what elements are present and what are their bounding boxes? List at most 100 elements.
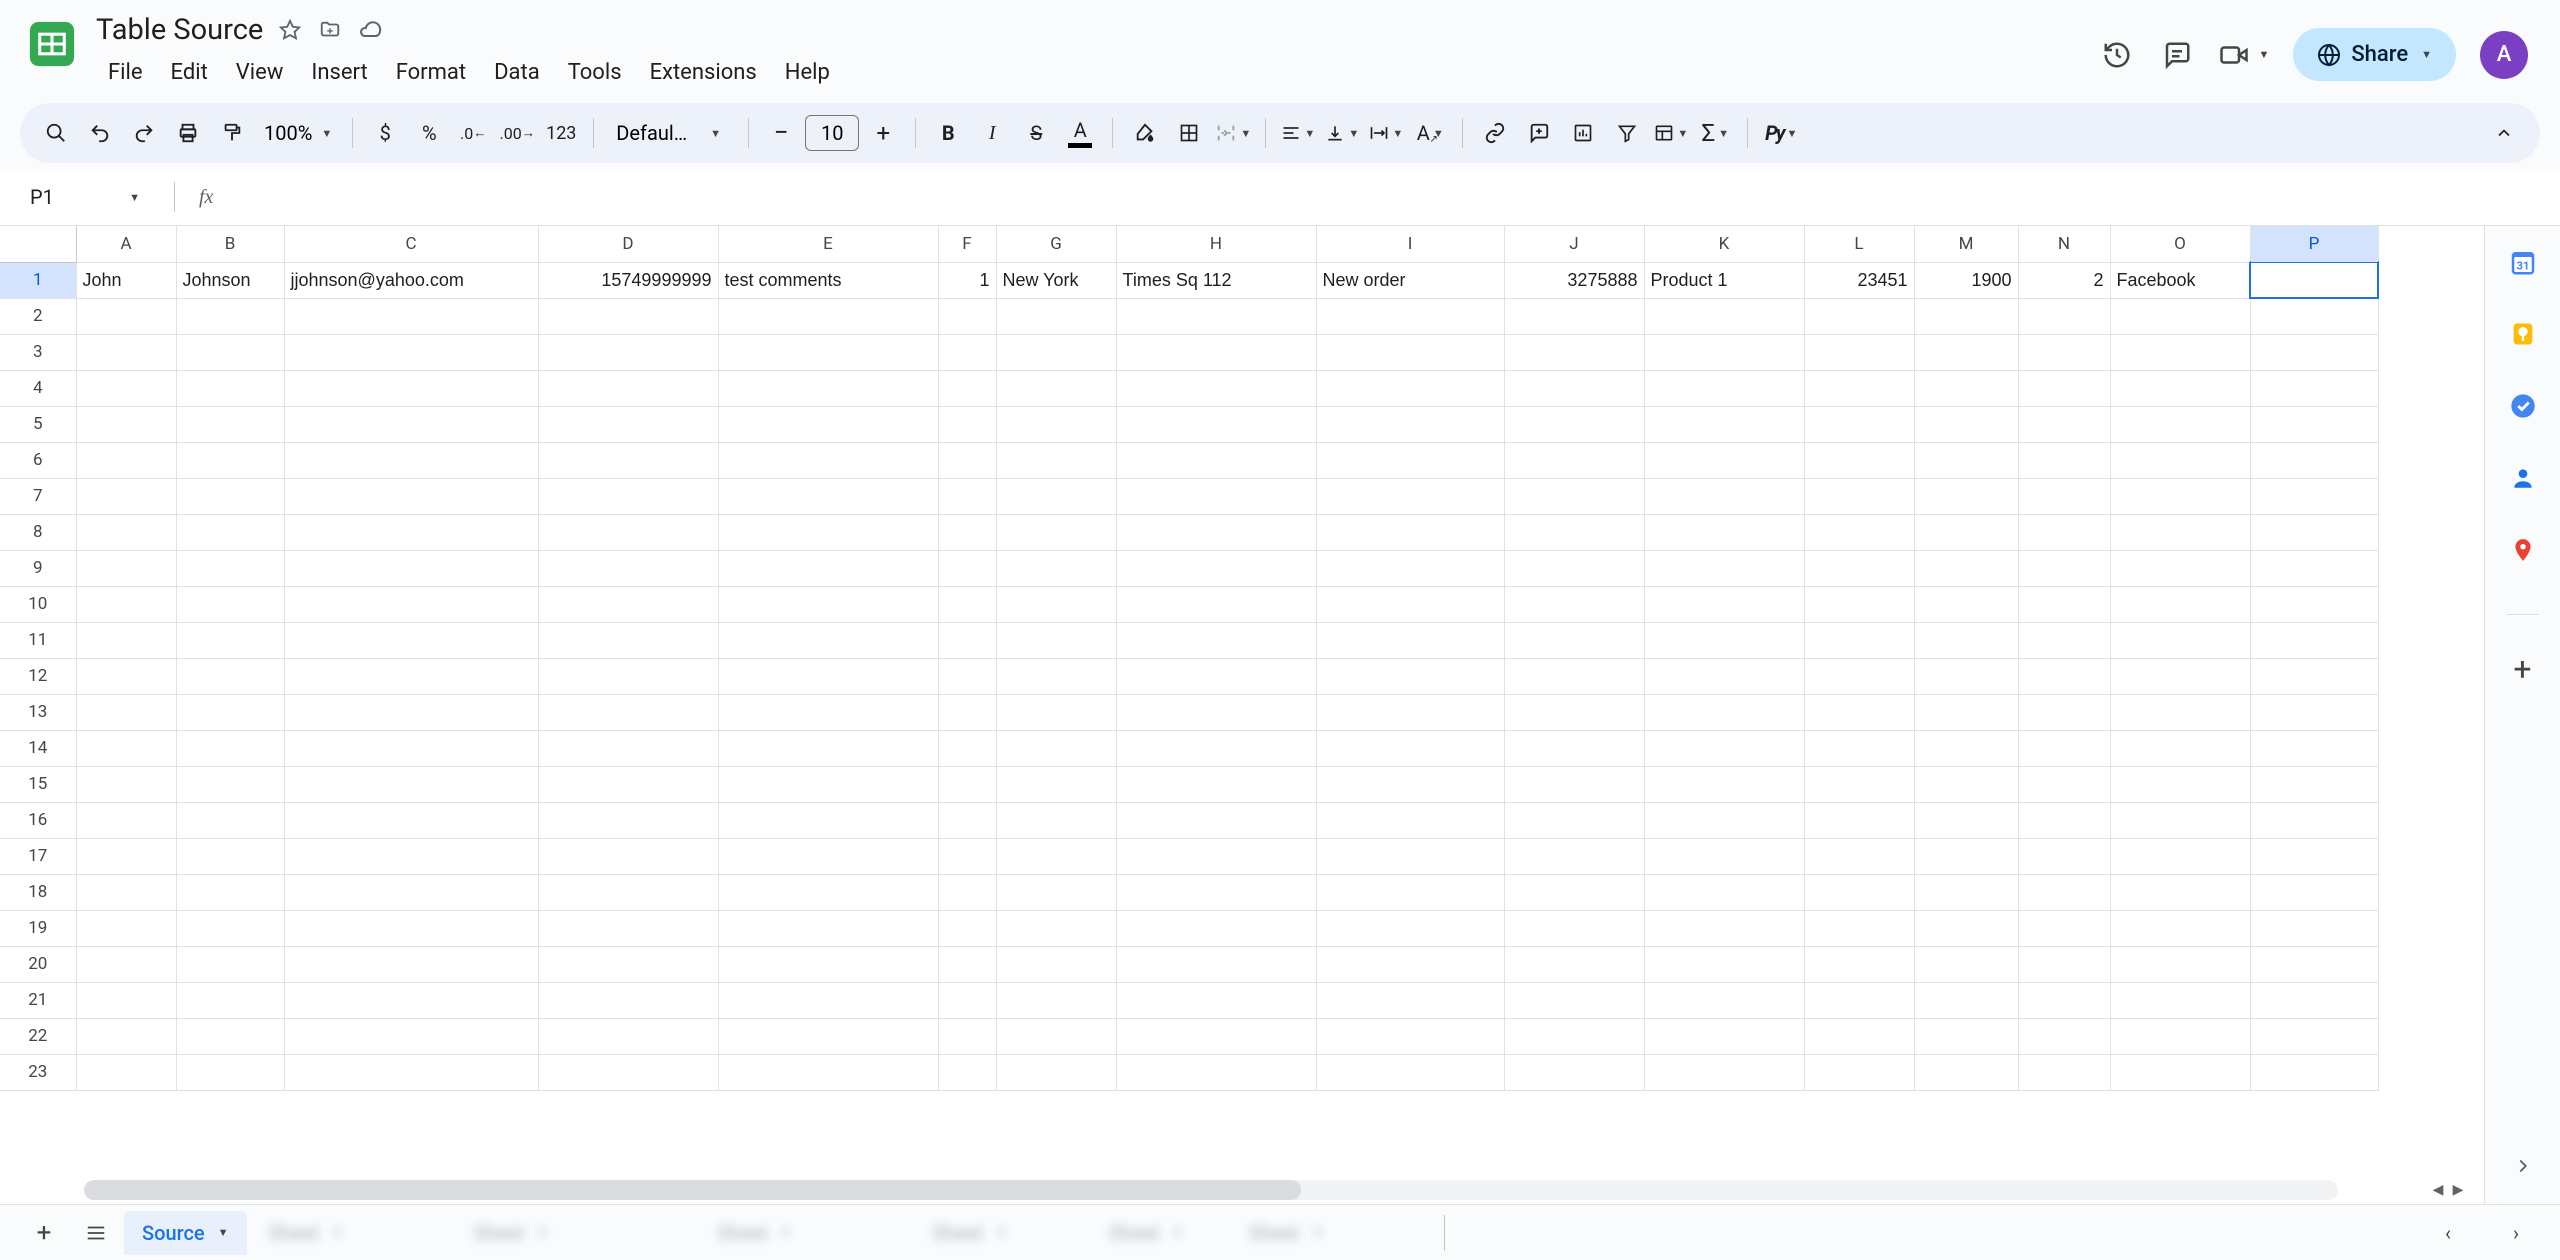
cell[interactable] [938,298,996,334]
cell[interactable] [1644,622,1804,658]
cell[interactable] [938,766,996,802]
insert-chart-icon[interactable] [1563,113,1603,153]
col-header-H[interactable]: H [1116,226,1316,262]
cell[interactable] [176,1018,284,1054]
comments-icon[interactable] [2159,37,2195,73]
cell[interactable] [538,730,718,766]
cell[interactable] [1116,838,1316,874]
col-header-M[interactable]: M [1914,226,2018,262]
cell[interactable] [76,694,176,730]
row-header[interactable]: 12 [0,658,76,694]
name-box[interactable]: P1▼ [20,179,150,215]
cell[interactable] [938,802,996,838]
star-icon[interactable] [277,17,303,43]
cell[interactable] [2250,262,2378,298]
horizontal-scrollbar[interactable] [84,1180,2338,1200]
cell[interactable] [718,1018,938,1054]
cell[interactable] [1116,874,1316,910]
cell[interactable] [718,658,938,694]
cell[interactable] [284,694,538,730]
col-header-E[interactable]: E [718,226,938,262]
cell[interactable] [2250,838,2378,874]
cell[interactable]: New order [1316,262,1504,298]
cell[interactable] [2250,1018,2378,1054]
cell[interactable] [1504,406,1644,442]
cell[interactable] [996,370,1116,406]
cell[interactable] [996,694,1116,730]
cell[interactable] [176,838,284,874]
cell[interactable] [176,802,284,838]
cell[interactable] [538,550,718,586]
cell[interactable] [1504,766,1644,802]
move-icon[interactable] [317,17,343,43]
cell[interactable] [1116,1018,1316,1054]
history-icon[interactable] [2099,37,2135,73]
cell[interactable] [76,838,176,874]
cell[interactable] [2018,514,2110,550]
cell[interactable] [1804,406,1914,442]
undo-icon[interactable] [80,113,120,153]
cell[interactable] [284,478,538,514]
cell[interactable] [2018,1018,2110,1054]
addons-plus-icon[interactable]: + [2505,651,2541,687]
cell[interactable] [1116,622,1316,658]
cell[interactable] [2110,838,2250,874]
cell[interactable] [1504,514,1644,550]
cell[interactable] [1316,1018,1504,1054]
cell[interactable] [1316,514,1504,550]
table-views-icon[interactable]: ▼ [1651,113,1691,153]
cell[interactable] [1644,442,1804,478]
cell[interactable] [1914,586,2018,622]
cell[interactable] [76,766,176,802]
cell[interactable] [1804,478,1914,514]
cell[interactable] [76,478,176,514]
row-header[interactable]: 4 [0,370,76,406]
cell[interactable] [2110,586,2250,622]
cell[interactable] [2018,406,2110,442]
decrease-decimal-icon[interactable]: .0← [453,113,493,153]
cell[interactable] [538,1018,718,1054]
cell[interactable] [1504,982,1644,1018]
cell[interactable] [538,982,718,1018]
cell[interactable] [1644,658,1804,694]
cell[interactable] [718,838,938,874]
cell[interactable] [2018,1054,2110,1090]
cell[interactable] [1644,802,1804,838]
cell[interactable] [1804,298,1914,334]
cell[interactable] [1316,730,1504,766]
cell[interactable]: 23451 [1804,262,1914,298]
cell[interactable] [1316,982,1504,1018]
cell[interactable] [284,946,538,982]
add-sheet-button[interactable]: + [20,1209,68,1257]
cell[interactable] [1316,442,1504,478]
cell[interactable] [538,334,718,370]
cell[interactable] [176,622,284,658]
cell[interactable] [2250,334,2378,370]
scroll-right-icon[interactable]: ▶ [2448,1182,2468,1198]
keep-icon[interactable] [2505,316,2541,352]
cell[interactable] [2250,1054,2378,1090]
cell[interactable] [996,910,1116,946]
cell[interactable] [284,406,538,442]
cell[interactable] [938,370,996,406]
cell[interactable] [2110,658,2250,694]
col-header-C[interactable]: C [284,226,538,262]
cell[interactable] [76,298,176,334]
cell[interactable] [2018,874,2110,910]
cell[interactable] [1504,622,1644,658]
cell[interactable] [1644,946,1804,982]
cell[interactable] [76,1054,176,1090]
cell[interactable] [2018,478,2110,514]
cell[interactable] [996,946,1116,982]
cell[interactable] [284,802,538,838]
cell[interactable] [284,910,538,946]
cell[interactable] [938,946,996,982]
cell[interactable] [1804,874,1914,910]
menu-format[interactable]: Format [384,54,478,91]
cell[interactable] [284,622,538,658]
cell[interactable] [2018,694,2110,730]
cell[interactable] [176,946,284,982]
cell[interactable] [996,622,1116,658]
cell[interactable] [1804,730,1914,766]
cell[interactable] [1116,658,1316,694]
